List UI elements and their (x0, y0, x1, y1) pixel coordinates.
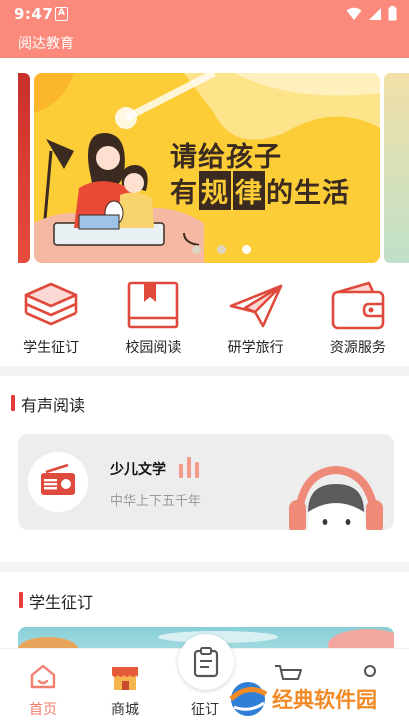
quick-nav-student-order[interactable]: 学生征订 (0, 274, 102, 364)
notification-icon: A (55, 7, 68, 21)
watermark-logo (229, 682, 268, 716)
order-section-title: 学生征订 (29, 593, 94, 612)
audio-book-card[interactable]: 少儿文学 中华上下五千年 (18, 434, 394, 530)
tab-home[interactable]: 首页 (2, 649, 84, 727)
equalizer-icon (179, 457, 199, 478)
quick-nav-campus-reading[interactable]: 校园阅读 (102, 274, 204, 364)
quick-nav-label: 研学旅行 (227, 340, 284, 356)
carousel-dot[interactable] (217, 245, 226, 254)
quick-nav-resource-service[interactable]: 资源服务 (307, 274, 409, 364)
watermark-text: 经典软件园 (272, 688, 377, 712)
banner-headline-2-pre: 有 (170, 178, 198, 209)
status-bar: 9:47 A (0, 0, 409, 30)
section-marker (19, 592, 23, 608)
carousel-dot[interactable] (192, 245, 201, 254)
system-icons (346, 6, 397, 21)
section-divider (0, 562, 409, 572)
status-time: 9:47 (14, 5, 54, 23)
tab-shop[interactable]: 商城 (84, 649, 166, 727)
signal-icon (369, 7, 381, 20)
home-icon (30, 664, 56, 689)
headphone-child-illustration (289, 465, 383, 530)
quick-nav-label: 资源服务 (329, 340, 386, 356)
banner-headline-1: 请给孩子 (170, 142, 282, 173)
wallet-icon (331, 281, 385, 330)
quick-nav-label: 校园阅读 (125, 340, 182, 356)
banner-headline-2: 有规律的生活 (170, 171, 350, 210)
next-slide-peek[interactable] (384, 73, 409, 263)
card-subtitle: 中华上下五千年 (110, 494, 202, 509)
clipboard-icon (193, 647, 219, 678)
carousel-indicators (192, 245, 251, 254)
watermark: 经典软件园 (222, 676, 409, 722)
radio-icon (41, 463, 75, 495)
app-header: 阅达教育 (0, 30, 409, 58)
carousel-dot-active[interactable] (242, 245, 251, 254)
banner-headline-2-post: 的生活 (266, 178, 350, 209)
battery-icon (388, 6, 397, 21)
shop-icon (112, 667, 138, 690)
quick-nav-study-travel[interactable]: 研学旅行 (205, 274, 307, 364)
section-divider (0, 366, 409, 376)
quick-nav-label: 学生征订 (23, 340, 80, 356)
prev-slide-peek[interactable] (18, 73, 30, 263)
audio-section-title: 有声阅读 (21, 396, 86, 415)
app-screen: 9:47 A 阅达教育 请给孩子 有 规 律 的生活 学生征订 校园阅读 研学旅… (0, 0, 409, 727)
radio-badge (28, 452, 88, 512)
quick-nav: 学生征订 校园阅读 研学旅行 资源服务 (0, 274, 409, 364)
banner-slide[interactable]: 请给孩子 有规律的生活 (34, 73, 380, 263)
tab-label: 首页 (29, 702, 57, 718)
tab-label: 商城 (111, 702, 139, 718)
banner-highlight-2: 律 (233, 171, 265, 210)
wifi-icon (346, 7, 362, 20)
banner-carousel[interactable]: 请给孩子 有规律的生活 (0, 58, 409, 270)
card-title: 少儿文学 (110, 462, 166, 478)
open-book-icon (128, 281, 179, 329)
stacked-books-icon (24, 282, 78, 326)
app-title: 阅达教育 (18, 36, 74, 52)
section-marker (11, 395, 15, 411)
paper-plane-icon (229, 284, 282, 328)
banner-highlight-1: 规 (199, 171, 231, 210)
